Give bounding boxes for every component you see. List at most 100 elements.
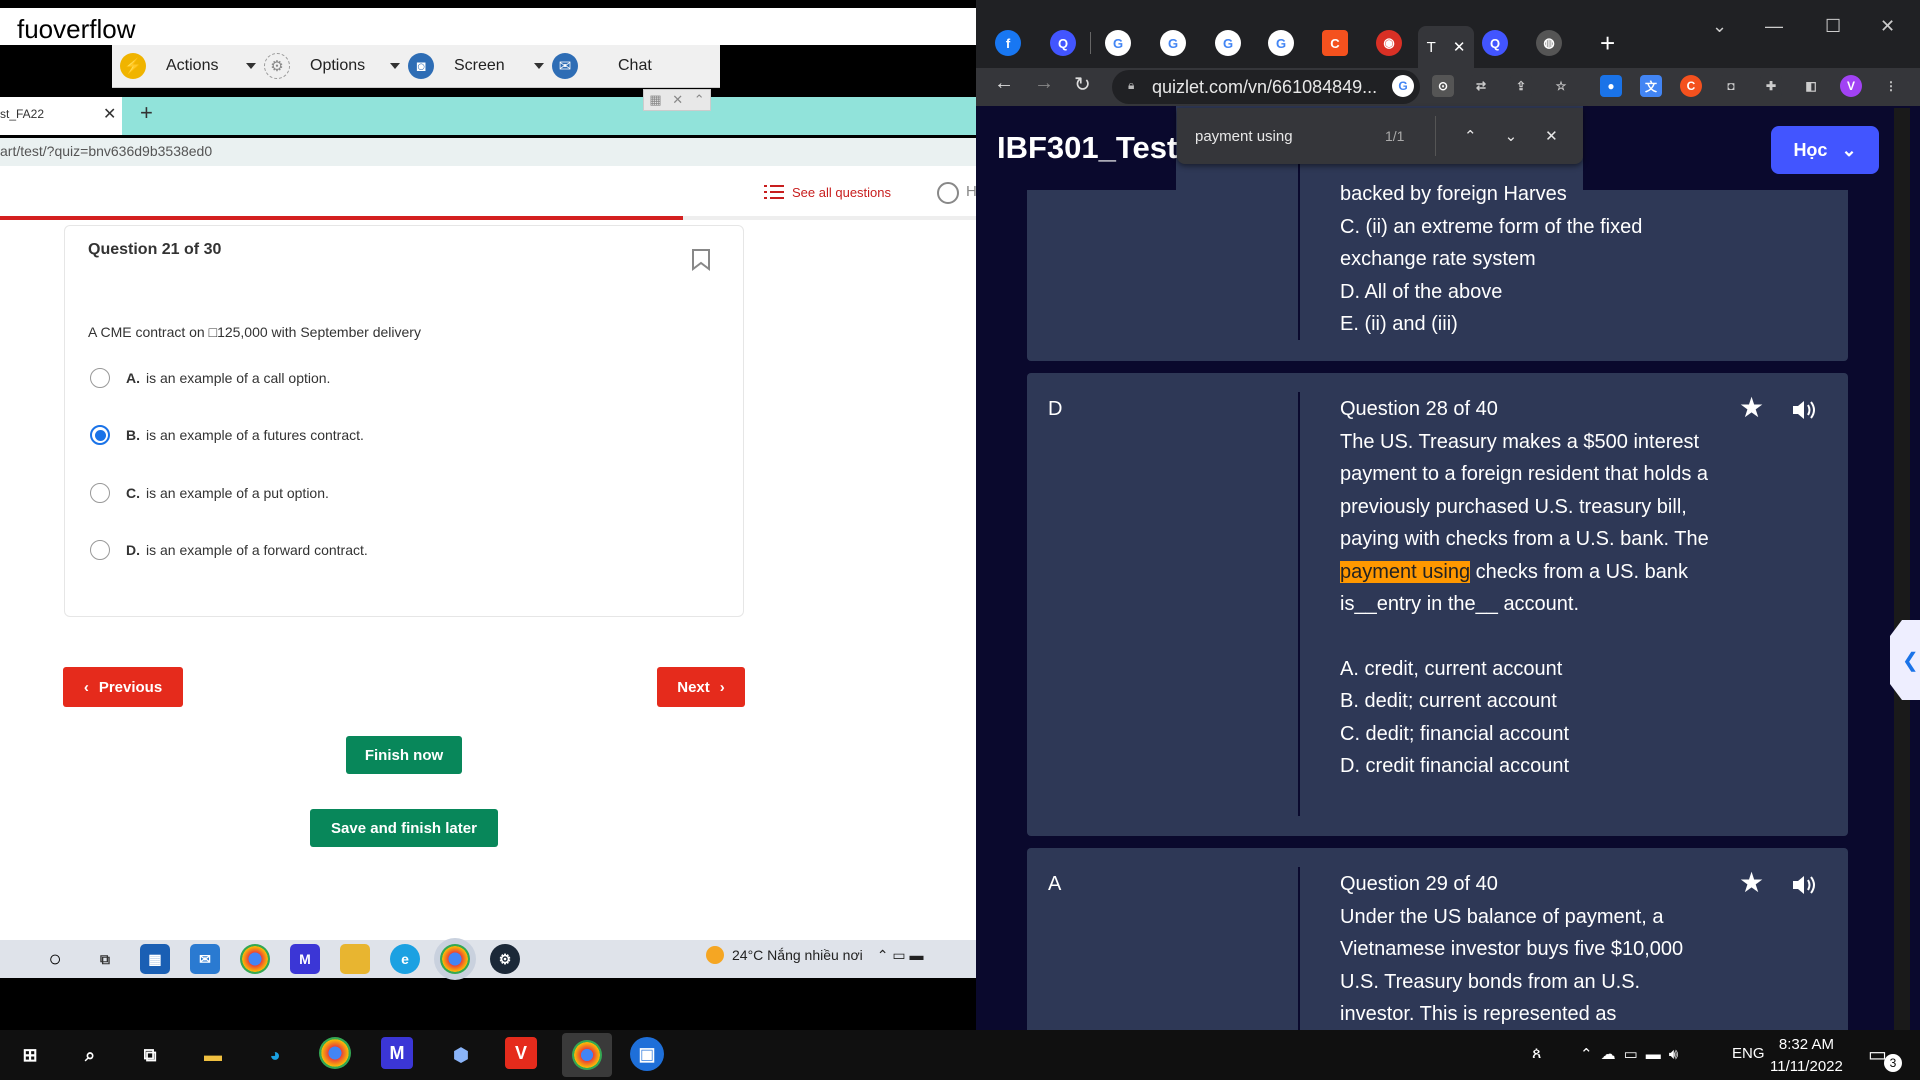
extension-drop-icon[interactable]: ● xyxy=(1600,75,1622,97)
tab-search-icon[interactable]: ⌄ xyxy=(1712,16,1727,37)
store-icon[interactable]: ▦ xyxy=(140,944,170,974)
notification-icon[interactable]: ▭ 3 xyxy=(1868,1042,1902,1072)
chrome-icon[interactable] xyxy=(240,944,270,974)
active-tab[interactable]: T ✕ xyxy=(1418,26,1474,68)
minimize-button[interactable]: — xyxy=(1765,16,1783,37)
steam-icon[interactable]: ⚙ xyxy=(490,944,520,974)
user-icon[interactable] xyxy=(937,182,959,204)
answer-option-b[interactable]: B. is an example of a futures contract. xyxy=(90,425,364,445)
star-icon[interactable]: ★ xyxy=(1739,391,1764,424)
google-tab-icon[interactable]: G xyxy=(1160,30,1186,56)
coccoc-tab-icon[interactable]: C xyxy=(1322,30,1348,56)
options-menu[interactable]: ⚙ Options xyxy=(256,45,400,88)
edge-icon[interactable]: e xyxy=(390,944,420,974)
see-all-questions-link[interactable]: See all questions xyxy=(764,184,891,200)
vn-app-icon[interactable]: V xyxy=(505,1037,537,1069)
folder-icon[interactable] xyxy=(340,944,370,974)
quizlet-tab-icon[interactable]: Q xyxy=(1482,30,1508,56)
task-view-icon[interactable]: ⧉ xyxy=(132,1037,168,1073)
back-icon[interactable]: ← xyxy=(994,72,1014,95)
grid-icon[interactable]: ▦ xyxy=(649,92,661,108)
body-text: The US. Treasury makes a $500 interest p… xyxy=(1340,430,1709,551)
google-lens-icon[interactable]: G xyxy=(1392,75,1414,97)
find-icon[interactable]: ⊙ xyxy=(1432,75,1454,97)
radio-a[interactable] xyxy=(90,368,110,388)
remote-mini-controls[interactable]: ▦ ✕ ⌃ xyxy=(643,89,711,111)
profile-avatar[interactable]: V xyxy=(1840,75,1862,97)
language-indicator[interactable]: ENG xyxy=(1732,1045,1765,1062)
answer-option-a[interactable]: A. is an example of a call option. xyxy=(90,368,330,388)
file-explorer-icon[interactable]: ▬ xyxy=(195,1037,231,1073)
chrome-active-icon[interactable] xyxy=(440,944,470,974)
bookmark-icon[interactable] xyxy=(692,249,710,271)
finish-now-button[interactable]: Finish now xyxy=(346,736,462,774)
radio-c[interactable] xyxy=(90,483,110,503)
save-finish-later-button[interactable]: Save and finish later xyxy=(310,809,498,847)
new-tab-button[interactable]: + xyxy=(1600,28,1615,59)
radio-b[interactable] xyxy=(90,425,110,445)
find-previous-icon[interactable]: ⌃ xyxy=(1464,127,1477,145)
share-icon[interactable]: ⇪ xyxy=(1510,75,1532,97)
star-icon[interactable]: ★ xyxy=(1739,866,1764,899)
screen-menu[interactable]: ◙ Screen xyxy=(400,45,544,88)
close-window-button[interactable]: ✕ xyxy=(1880,16,1895,37)
fullscreen-icon[interactable]: ✕ xyxy=(672,92,683,108)
extensions-puzzle-icon[interactable]: ✚ xyxy=(1760,75,1782,97)
visual-studio-icon[interactable]: M xyxy=(381,1037,413,1069)
page-scrollbar[interactable] xyxy=(1894,108,1910,1030)
speaker-icon[interactable] xyxy=(1791,398,1817,422)
study-dropdown-button[interactable]: Học ⌄ xyxy=(1771,126,1879,174)
system-clock[interactable]: 8:32 AM 11/11/2022 xyxy=(1770,1034,1843,1078)
chat-button[interactable]: ✉ Chat xyxy=(544,45,692,88)
remote-url-bar[interactable]: art/test/?quiz=bnv636d9b3538ed0 xyxy=(0,138,976,166)
search-icon[interactable]: ⌕ xyxy=(72,1037,108,1073)
speaker-icon[interactable] xyxy=(1791,873,1817,897)
new-tab-icon[interactable]: + xyxy=(140,100,153,126)
box-app-icon[interactable]: ⬢ xyxy=(443,1037,479,1073)
chrome-tab-icon[interactable]: ◉ xyxy=(1376,30,1402,56)
chrome-icon[interactable] xyxy=(319,1037,351,1069)
remote-desktop-icon[interactable]: ▣ xyxy=(630,1037,664,1071)
quizlet-tab-icon[interactable]: Q xyxy=(1050,30,1076,56)
chrome-profile-active-icon[interactable] xyxy=(562,1033,612,1077)
previous-button[interactable]: ‹ Previous xyxy=(63,667,183,707)
translate-icon[interactable]: ⇄ xyxy=(1470,75,1492,97)
reload-icon[interactable]: ↻ xyxy=(1074,72,1091,97)
answer-option-d[interactable]: D. is an example of a forward contract. xyxy=(90,540,368,560)
star-bookmark-icon[interactable]: ☆ xyxy=(1550,75,1572,97)
facebook-tab-icon[interactable]: f xyxy=(995,30,1021,56)
mail-icon[interactable]: ✉ xyxy=(190,944,220,974)
close-tab-icon[interactable]: ✕ xyxy=(103,104,116,124)
start-icon[interactable]: ⊞ xyxy=(12,1037,48,1073)
google-tab-icon[interactable]: G xyxy=(1105,30,1131,56)
find-input[interactable]: payment using xyxy=(1195,128,1385,145)
edge-icon[interactable]: ◕ xyxy=(257,1037,293,1073)
search-icon[interactable]: ○ xyxy=(40,944,70,974)
visual-studio-icon[interactable]: M xyxy=(290,944,320,974)
weather-widget[interactable]: 24°C Nắng nhiều nơi ⌃ ▭ ▬ xyxy=(706,946,924,964)
camera-icon[interactable]: ◘ xyxy=(1720,75,1742,97)
people-icon[interactable]: ጰ xyxy=(1532,1045,1542,1063)
globe-tab-icon[interactable]: ◍ xyxy=(1536,30,1562,56)
sidepanel-icon[interactable]: ◧ xyxy=(1800,75,1822,97)
task-view-icon[interactable]: ⧉ xyxy=(90,944,120,974)
google-tab-icon[interactable]: G xyxy=(1215,30,1241,56)
next-button[interactable]: Next › xyxy=(657,667,745,707)
side-panel-toggle[interactable]: ❮ xyxy=(1890,620,1920,700)
collapse-icon[interactable]: ⌃ xyxy=(694,92,705,108)
close-tab-icon[interactable]: ✕ xyxy=(1453,38,1466,56)
system-tray-icons[interactable]: ⌃☁▭▬🔊︎ xyxy=(1580,1045,1686,1063)
find-next-icon[interactable]: ⌄ xyxy=(1505,127,1518,145)
actions-menu[interactable]: ⚡ Actions xyxy=(112,45,256,88)
google-tab-icon[interactable]: G xyxy=(1268,30,1294,56)
radio-d[interactable] xyxy=(90,540,110,560)
address-bar[interactable]: quizlet.com/vn/661084849... xyxy=(1112,70,1420,104)
answer-option-c[interactable]: C. is an example of a put option. xyxy=(90,483,329,503)
find-close-icon[interactable]: ✕ xyxy=(1545,127,1558,145)
coccoc-extension-icon[interactable]: C xyxy=(1680,75,1702,97)
google-translate-icon[interactable]: 文 xyxy=(1640,75,1662,97)
maximize-button[interactable]: ☐ xyxy=(1825,16,1841,37)
lock-icon[interactable]: 🔒︎ xyxy=(1128,78,1140,92)
forward-icon[interactable]: → xyxy=(1034,72,1054,95)
menu-icon[interactable]: ⋮ xyxy=(1880,75,1902,97)
